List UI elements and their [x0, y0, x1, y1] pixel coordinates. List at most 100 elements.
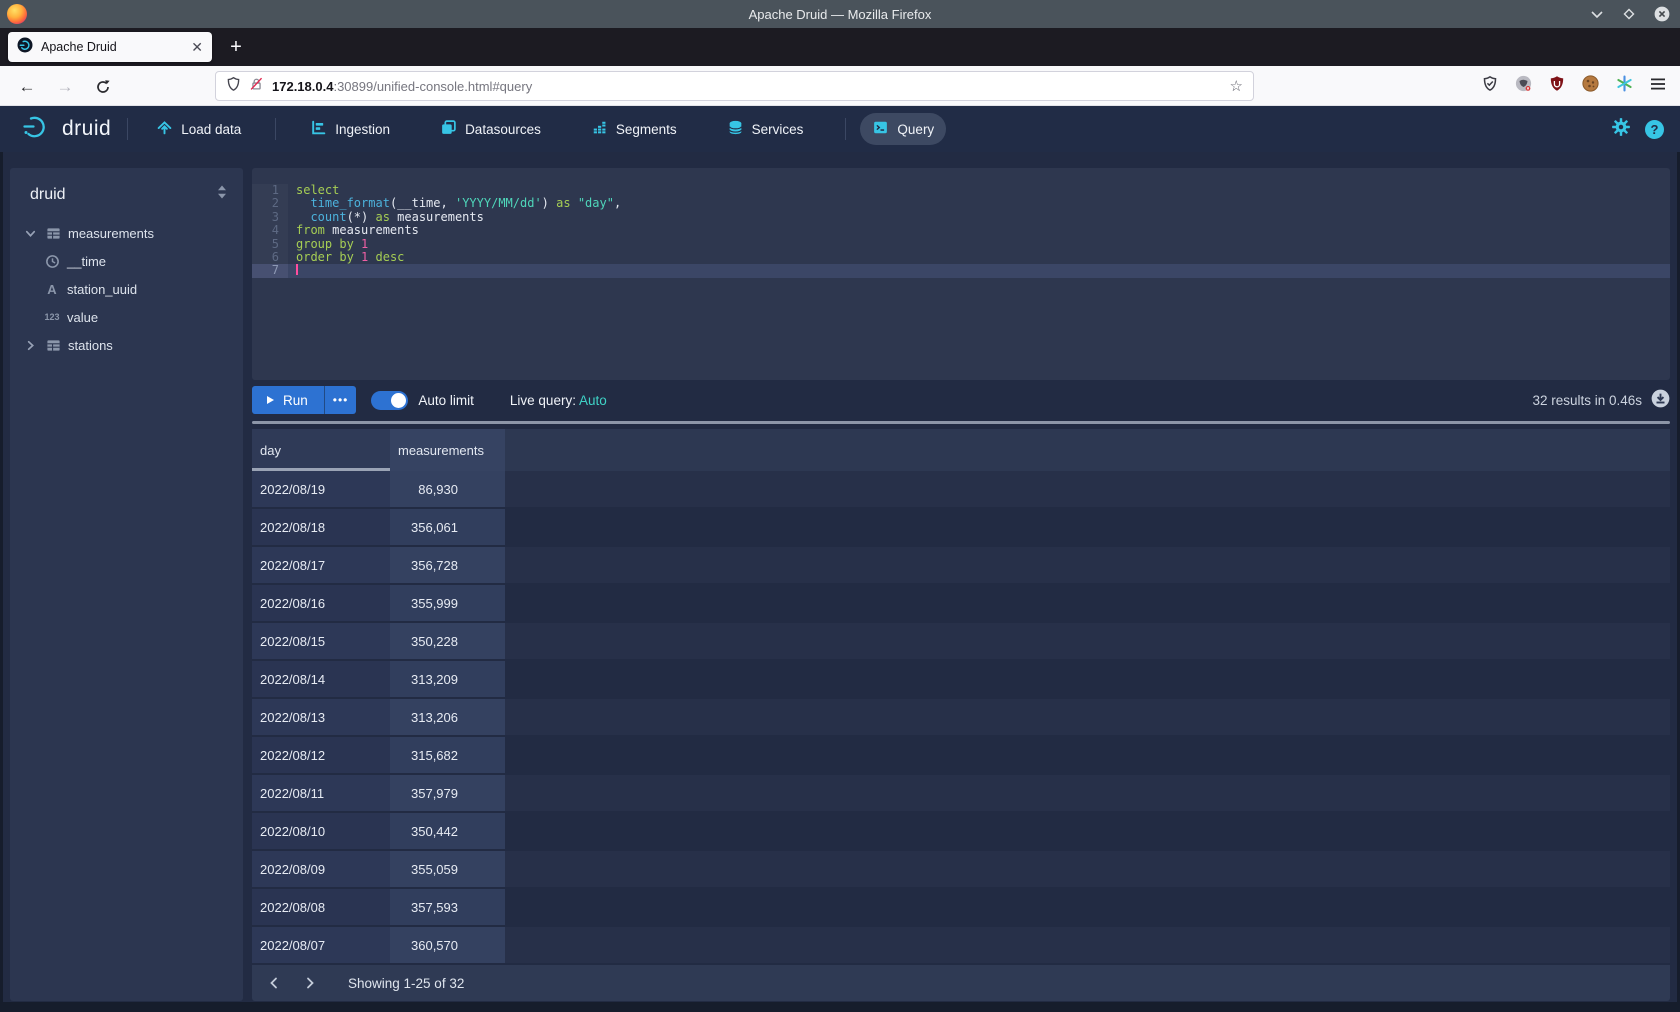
next-page-button[interactable] [296, 976, 324, 990]
run-more-button[interactable]: ••• [324, 386, 357, 414]
sort-double-caret-icon[interactable] [215, 184, 229, 205]
code-line[interactable]: 1select [252, 184, 1670, 197]
cell-measurements[interactable]: 360,570 [390, 927, 505, 963]
table-row[interactable]: 2022/08/14313,209 [252, 661, 1670, 699]
code-line[interactable]: 6order by 1 desc [252, 251, 1670, 264]
code-line[interactable]: 3 count(*) as measurements [252, 211, 1670, 224]
url-bar[interactable]: 172.18.0.4:30899/unified-console.html#qu… [215, 71, 1254, 101]
code-line[interactable]: 5group by 1 [252, 238, 1670, 251]
cell-measurements[interactable]: 350,442 [390, 813, 505, 849]
cell-day[interactable]: 2022/08/08 [252, 889, 390, 925]
table-row[interactable]: 2022/08/17356,728 [252, 547, 1670, 585]
chevron-right-icon[interactable] [22, 339, 38, 352]
browser-tab[interactable]: Apache Druid ✕ [8, 32, 212, 62]
cell-measurements[interactable]: 86,930 [390, 471, 505, 507]
prev-page-button[interactable] [260, 976, 288, 990]
cell-measurements[interactable]: 315,682 [390, 737, 505, 773]
nav-datasources[interactable]: Datasources [428, 113, 553, 145]
chevron-down-icon[interactable] [22, 227, 38, 240]
cell-day[interactable]: 2022/08/12 [252, 737, 390, 773]
cell-day[interactable]: 2022/08/15 [252, 623, 390, 659]
colorful-asterisk-extension-icon[interactable] [1616, 75, 1633, 97]
tree-item-value[interactable]: 123 value [22, 303, 243, 331]
cell-measurements[interactable]: 356,061 [390, 509, 505, 545]
cell-day[interactable]: 2022/08/09 [252, 851, 390, 887]
url-text[interactable]: 172.18.0.4:30899/unified-console.html#qu… [272, 79, 1222, 94]
nav-segments[interactable]: Segments [579, 113, 689, 145]
column-header-day[interactable]: day [252, 429, 390, 471]
code-line[interactable]: 7 [252, 264, 1670, 277]
cell-measurements[interactable]: 357,979 [390, 775, 505, 811]
table-row[interactable]: 2022/08/10350,442 [252, 813, 1670, 851]
table-row[interactable]: 2022/08/08357,593 [252, 889, 1670, 927]
panel-resize-handle[interactable] [252, 421, 1670, 424]
privacy-shield-check-icon[interactable] [1482, 75, 1498, 97]
table-row[interactable]: 2022/08/12315,682 [252, 737, 1670, 775]
auto-limit-toggle[interactable] [371, 391, 408, 410]
table-row[interactable]: 2022/08/1986,930 [252, 471, 1670, 509]
table-row[interactable]: 2022/08/11357,979 [252, 775, 1670, 813]
cell-day[interactable]: 2022/08/13 [252, 699, 390, 735]
help-icon[interactable]: ? [1645, 120, 1664, 139]
cell-measurements[interactable]: 355,999 [390, 585, 505, 621]
nav-services[interactable]: Services [715, 113, 816, 145]
cell-day[interactable]: 2022/08/07 [252, 927, 390, 963]
window-maximize-button[interactable] [1622, 7, 1636, 21]
code-line[interactable]: 2 time_format(__time, 'YYYY/MM/dd') as "… [252, 197, 1670, 210]
firefox-window: Apache Druid — Mozilla Firefox Apache Dr… [0, 0, 1680, 1012]
cell-day[interactable]: 2022/08/11 [252, 775, 390, 811]
cell-day[interactable]: 2022/08/14 [252, 661, 390, 697]
settings-gear-icon[interactable] [1611, 117, 1631, 142]
back-button[interactable]: ← [14, 74, 40, 100]
column-header-measurements[interactable]: measurements [390, 429, 505, 471]
sql-editor[interactable]: 1select2 time_format(__time, 'YYYY/MM/dd… [252, 168, 1670, 380]
window-minimize-button[interactable] [1590, 9, 1604, 19]
tab-close-icon[interactable]: ✕ [191, 40, 203, 54]
tree-item-stations[interactable]: stations [22, 331, 243, 359]
code-line[interactable]: 4from measurements [252, 224, 1670, 237]
live-query-value[interactable]: Auto [579, 393, 607, 408]
cell-measurements[interactable]: 313,209 [390, 661, 505, 697]
table-row[interactable]: 2022/08/18356,061 [252, 509, 1670, 547]
tree-item-station-uuid[interactable]: A station_uuid [22, 275, 243, 303]
lock-insecure-icon[interactable] [249, 76, 264, 97]
cell-day[interactable]: 2022/08/17 [252, 547, 390, 583]
cell-day[interactable]: 2022/08/16 [252, 585, 390, 621]
druid-brand[interactable]: druid [22, 114, 111, 145]
tree-item-time[interactable]: __time [22, 247, 243, 275]
cell-measurements[interactable]: 356,728 [390, 547, 505, 583]
time-icon [44, 254, 60, 269]
table-row[interactable]: 2022/08/13313,206 [252, 699, 1670, 737]
window-close-button[interactable] [1654, 6, 1670, 22]
table-row[interactable]: 2022/08/16355,999 [252, 585, 1670, 623]
cookie-extension-icon[interactable] [1582, 75, 1599, 97]
shield-icon[interactable] [226, 76, 241, 97]
table-row[interactable]: 2022/08/09355,059 [252, 851, 1670, 889]
cell-day[interactable]: 2022/08/10 [252, 813, 390, 849]
run-button[interactable]: Run [252, 386, 324, 414]
bookmark-star-icon[interactable]: ☆ [1230, 77, 1243, 95]
cell-measurements[interactable]: 357,593 [390, 889, 505, 925]
mask-extension-icon[interactable] [1515, 75, 1532, 97]
cell-measurements[interactable]: 313,206 [390, 699, 505, 735]
hamburger-menu-icon[interactable] [1650, 77, 1666, 96]
nav-ingestion[interactable]: Ingestion [298, 113, 402, 145]
cell-measurements[interactable]: 355,059 [390, 851, 505, 887]
reload-button[interactable] [90, 74, 116, 100]
line-number: 2 [252, 197, 288, 210]
forward-button[interactable]: → [52, 74, 78, 100]
ublock-icon[interactable] [1549, 75, 1565, 97]
string-icon: A [44, 282, 60, 297]
tree-item-measurements[interactable]: measurements [22, 219, 243, 247]
nav-query[interactable]: Query [860, 113, 946, 145]
download-icon[interactable] [1651, 389, 1670, 411]
nav-load-data[interactable]: Load data [144, 113, 253, 145]
cell-day[interactable]: 2022/08/19 [252, 471, 390, 507]
table-row[interactable]: 2022/08/15350,228 [252, 623, 1670, 661]
live-query[interactable]: Live query: Auto [510, 393, 607, 408]
new-tab-button[interactable]: + [222, 33, 250, 61]
table-row[interactable]: 2022/08/07360,570 [252, 927, 1670, 965]
cell-measurements[interactable]: 350,228 [390, 623, 505, 659]
cell-day[interactable]: 2022/08/18 [252, 509, 390, 545]
pagination-bar: Showing 1-25 of 32 [252, 965, 1670, 1001]
